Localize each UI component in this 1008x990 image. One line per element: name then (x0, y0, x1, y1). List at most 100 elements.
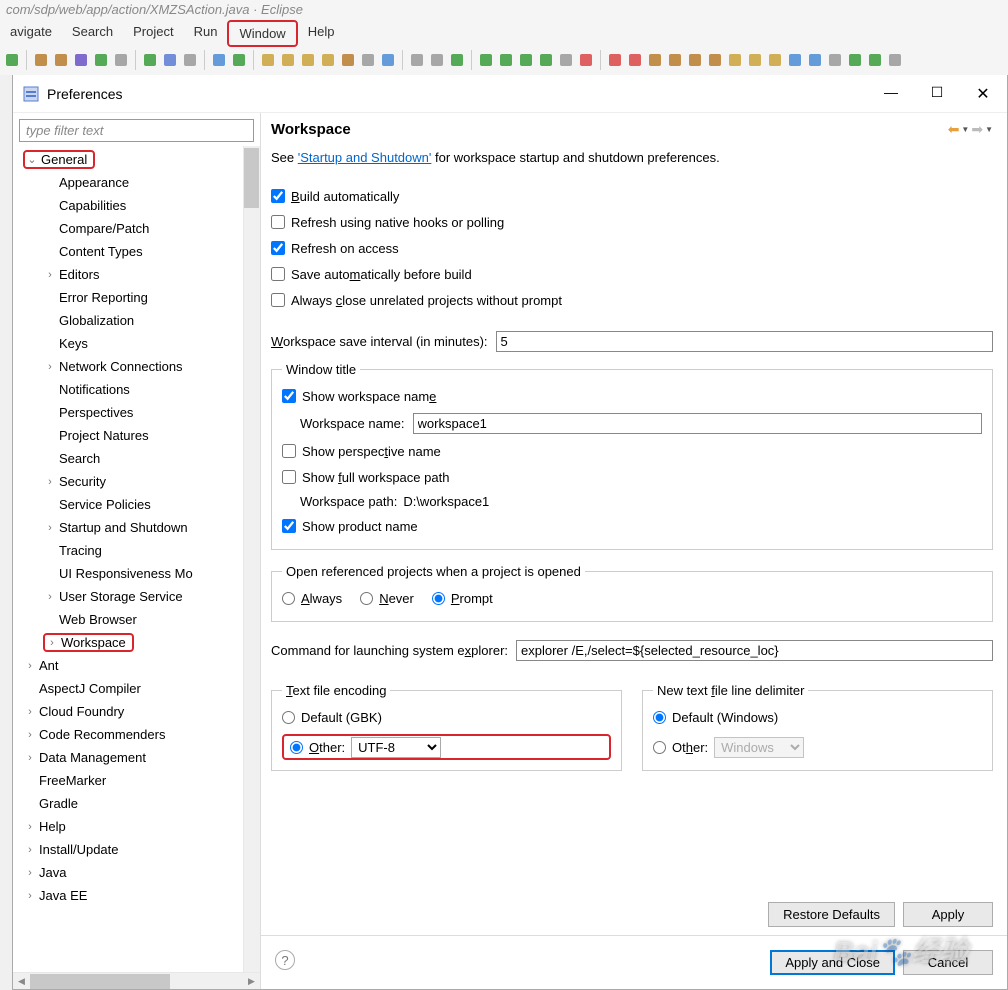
tree-item-editors[interactable]: ›Editors (17, 263, 260, 286)
tree-item-security[interactable]: ›Security (17, 470, 260, 493)
tree-item-content-types[interactable]: Content Types (17, 240, 260, 263)
toolbar-icon-13[interactable] (300, 52, 316, 68)
save-interval-input[interactable] (496, 331, 993, 352)
tree-item-aspectj-compiler[interactable]: AspectJ Compiler (17, 677, 260, 700)
close-button[interactable]: ✕ (969, 84, 997, 104)
tree-item-keys[interactable]: Keys (17, 332, 260, 355)
toolbar-icon-27[interactable] (607, 52, 623, 68)
toolbar-icon-17[interactable] (380, 52, 396, 68)
show-ws-name-checkbox[interactable] (282, 389, 296, 403)
toolbar-icon-15[interactable] (340, 52, 356, 68)
build-automatically-checkbox[interactable] (271, 189, 285, 203)
encoding-default-radio[interactable] (282, 711, 295, 724)
tree-item-general[interactable]: ⌄General (17, 148, 260, 171)
toolbar-icon-30[interactable] (667, 52, 683, 68)
toolbar-icon-35[interactable] (767, 52, 783, 68)
show-perspective-checkbox[interactable] (282, 444, 296, 458)
tree-item-java[interactable]: ›Java (17, 861, 260, 884)
tree-item-error-reporting[interactable]: Error Reporting (17, 286, 260, 309)
tree-filter-input[interactable] (19, 119, 254, 142)
menu-run[interactable]: Run (184, 20, 228, 47)
maximize-button[interactable]: ☐ (923, 84, 951, 104)
chevron-right-icon[interactable]: › (43, 591, 57, 603)
openref-never-radio[interactable] (360, 592, 373, 605)
tree-item-ant[interactable]: ›Ant (17, 654, 260, 677)
tree-item-workspace[interactable]: ›Workspace (17, 631, 260, 654)
menu-project[interactable]: Project (123, 20, 183, 47)
tree-item-gradle[interactable]: Gradle (17, 792, 260, 815)
nav-back-menu-icon[interactable]: ▼ (961, 125, 969, 134)
show-full-path-checkbox[interactable] (282, 470, 296, 484)
nav-forward-icon[interactable]: ➡ (971, 121, 983, 138)
toolbar-icon-7[interactable] (162, 52, 178, 68)
menu-search[interactable]: Search (62, 20, 123, 47)
toolbar-icon-37[interactable] (807, 52, 823, 68)
nav-forward-menu-icon[interactable]: ▼ (985, 125, 993, 134)
chevron-right-icon[interactable]: › (43, 269, 57, 281)
toolbar-icon-4[interactable] (93, 52, 109, 68)
chevron-right-icon[interactable]: › (43, 476, 57, 488)
tree-item-user-storage-service[interactable]: ›User Storage Service (17, 585, 260, 608)
toolbar-icon-41[interactable] (887, 52, 903, 68)
nav-back-icon[interactable]: ⬅ (948, 121, 960, 138)
tree-horizontal-scrollbar[interactable]: ◀ ▶ (13, 972, 260, 989)
openref-prompt-radio[interactable] (432, 592, 445, 605)
apply-button[interactable]: Apply (903, 902, 993, 927)
delimiter-default-radio[interactable] (653, 711, 666, 724)
tree-item-install-update[interactable]: ›Install/Update (17, 838, 260, 861)
tree-item-project-natures[interactable]: Project Natures (17, 424, 260, 447)
tree-item-service-policies[interactable]: Service Policies (17, 493, 260, 516)
tree-item-tracing[interactable]: Tracing (17, 539, 260, 562)
delimiter-other-select[interactable]: Windows (714, 737, 804, 758)
toolbar-icon-0[interactable] (4, 52, 20, 68)
toolbar-icon-39[interactable] (847, 52, 863, 68)
toolbar-icon-8[interactable] (182, 52, 198, 68)
chevron-right-icon[interactable]: › (23, 752, 37, 764)
ws-name-input[interactable] (413, 413, 982, 434)
refresh-access-checkbox[interactable] (271, 241, 285, 255)
openref-always-radio[interactable] (282, 592, 295, 605)
minimize-button[interactable]: — (877, 84, 905, 104)
explorer-cmd-input[interactable] (516, 640, 993, 661)
tree-item-notifications[interactable]: Notifications (17, 378, 260, 401)
toolbar-icon-26[interactable] (578, 52, 594, 68)
toolbar-icon-11[interactable] (260, 52, 276, 68)
toolbar-icon-28[interactable] (627, 52, 643, 68)
apply-and-close-button[interactable]: Apply and Close (770, 950, 895, 975)
toolbar-icon-12[interactable] (280, 52, 296, 68)
save-before-build-checkbox[interactable] (271, 267, 285, 281)
tree-item-network-connections[interactable]: ›Network Connections (17, 355, 260, 378)
chevron-down-icon[interactable]: ⌄ (25, 153, 39, 166)
toolbar-icon-2[interactable] (53, 52, 69, 68)
preferences-tree[interactable]: ⌄GeneralAppearanceCapabilitiesCompare/Pa… (13, 146, 260, 909)
tree-item-freemarker[interactable]: FreeMarker (17, 769, 260, 792)
tree-item-capabilities[interactable]: Capabilities (17, 194, 260, 217)
menu-avigate[interactable]: avigate (0, 20, 62, 47)
tree-item-perspectives[interactable]: Perspectives (17, 401, 260, 424)
tree-item-search[interactable]: Search (17, 447, 260, 470)
toolbar-icon-21[interactable] (478, 52, 494, 68)
tree-item-help[interactable]: ›Help (17, 815, 260, 838)
delimiter-other-radio[interactable] (653, 741, 666, 754)
tree-vertical-scrollbar[interactable] (243, 146, 260, 972)
encoding-other-select[interactable]: UTF-8 (351, 737, 441, 758)
toolbar-icon-29[interactable] (647, 52, 663, 68)
chevron-right-icon[interactable]: › (23, 729, 37, 741)
toolbar-icon-38[interactable] (827, 52, 843, 68)
toolbar-icon-32[interactable] (707, 52, 723, 68)
toolbar-icon-24[interactable] (538, 52, 554, 68)
toolbar-icon-16[interactable] (360, 52, 376, 68)
close-unrelated-checkbox[interactable] (271, 293, 285, 307)
toolbar-icon-34[interactable] (747, 52, 763, 68)
toolbar-icon-14[interactable] (320, 52, 336, 68)
toolbar-icon-10[interactable] (231, 52, 247, 68)
chevron-right-icon[interactable]: › (23, 706, 37, 718)
tree-item-startup-and-shutdown[interactable]: ›Startup and Shutdown (17, 516, 260, 539)
tree-item-compare-patch[interactable]: Compare/Patch (17, 217, 260, 240)
chevron-right-icon[interactable]: › (23, 821, 37, 833)
toolbar-icon-1[interactable] (33, 52, 49, 68)
toolbar-icon-9[interactable] (211, 52, 227, 68)
toolbar-icon-31[interactable] (687, 52, 703, 68)
menu-window[interactable]: Window (227, 20, 297, 47)
toolbar-icon-40[interactable] (867, 52, 883, 68)
